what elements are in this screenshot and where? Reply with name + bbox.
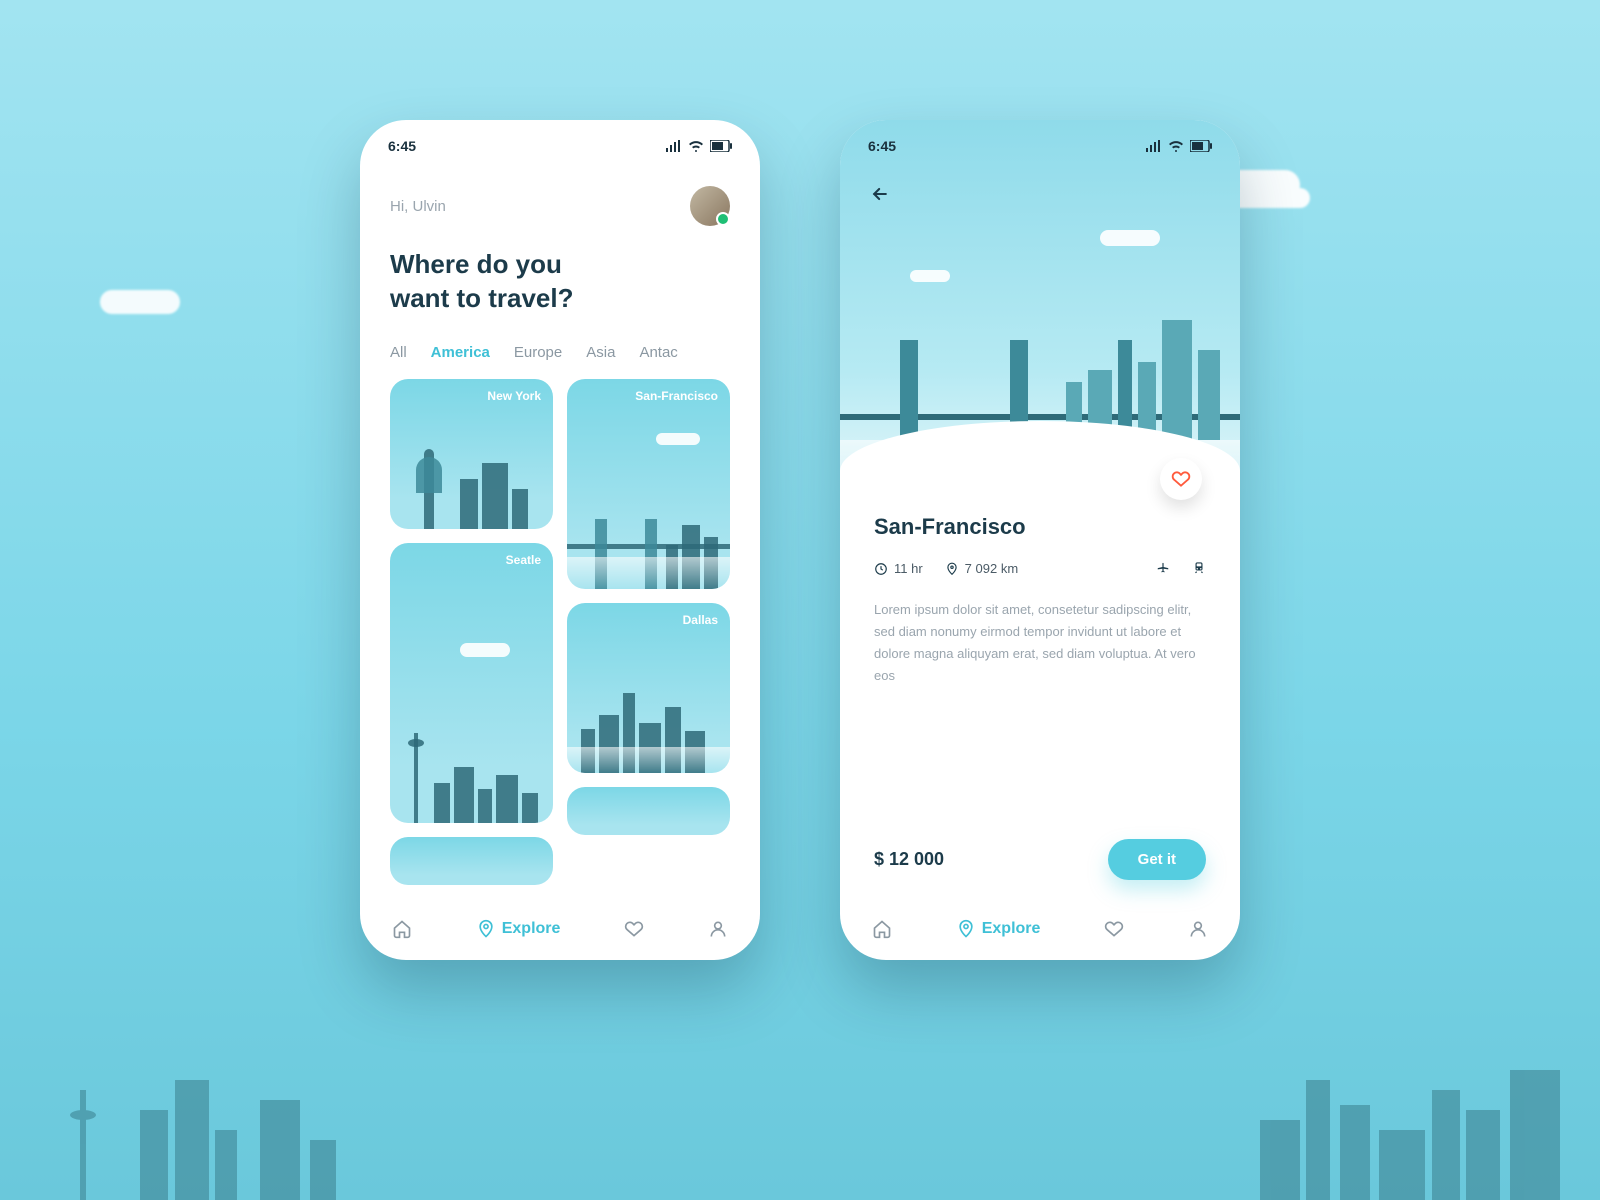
location-pin-icon	[476, 919, 496, 939]
nav-label: Explore	[502, 920, 561, 938]
duration-value: 11 hr	[894, 561, 923, 576]
bottom-nav: Explore	[840, 896, 1240, 960]
battery-icon	[1190, 140, 1212, 152]
heart-icon	[1104, 919, 1124, 939]
card-seatle[interactable]: Seatle	[390, 543, 553, 823]
distance-value: 7 092 km	[965, 561, 1018, 576]
region-tabs: All America Europe Asia Antac	[390, 344, 730, 361]
bottom-nav: Explore	[360, 896, 760, 960]
nav-explore[interactable]: Explore	[476, 919, 561, 939]
tab-america[interactable]: America	[431, 344, 490, 361]
wifi-icon	[688, 140, 704, 152]
user-icon	[1188, 919, 1208, 939]
location-pin-icon	[956, 919, 976, 939]
heart-icon	[1171, 469, 1191, 489]
wifi-icon	[1168, 140, 1184, 152]
hero-image: 6:45	[840, 120, 1240, 480]
tab-all[interactable]: All	[390, 344, 407, 361]
home-icon	[392, 919, 412, 939]
nav-label: Explore	[982, 920, 1041, 938]
status-bar: 6:45	[840, 120, 1240, 162]
back-button[interactable]	[866, 180, 894, 208]
signal-icon	[1146, 140, 1162, 152]
status-icons	[1146, 140, 1212, 152]
battery-icon	[710, 140, 732, 152]
status-time: 6:45	[868, 138, 896, 154]
meta-row: 11 hr 7 092 km	[874, 560, 1206, 577]
location-pin-icon	[945, 562, 959, 576]
transport-train	[1192, 560, 1206, 577]
card-sanfrancisco[interactable]: San-Francisco	[567, 379, 730, 589]
card-label: San-Francisco	[635, 389, 718, 403]
home-icon	[872, 919, 892, 939]
nav-explore[interactable]: Explore	[956, 919, 1041, 939]
status-bar: 6:45	[360, 120, 760, 162]
tab-antac[interactable]: Antac	[639, 344, 677, 361]
favorite-button[interactable]	[1160, 458, 1202, 500]
price: $ 12 000	[874, 849, 944, 870]
phone-explore: 6:45 Hi, Ulvin Where do you want to trav…	[360, 120, 760, 960]
city-title: San-Francisco	[874, 514, 1206, 540]
headline-line: Where do you	[390, 248, 730, 282]
card-peek[interactable]	[390, 837, 553, 885]
card-label: Dallas	[683, 613, 718, 627]
status-icons	[666, 140, 732, 152]
plane-icon	[1156, 560, 1170, 574]
heart-icon	[624, 919, 644, 939]
description: Lorem ipsum dolor sit amet, consetetur s…	[874, 599, 1206, 687]
tab-europe[interactable]: Europe	[514, 344, 562, 361]
status-time: 6:45	[388, 138, 416, 154]
page-title: Where do you want to travel?	[390, 248, 730, 316]
avatar[interactable]	[690, 186, 730, 226]
nav-home[interactable]	[872, 919, 892, 939]
headline-line: want to travel?	[390, 282, 730, 316]
nav-favorites[interactable]	[624, 919, 644, 939]
train-icon	[1192, 560, 1206, 574]
nav-home[interactable]	[392, 919, 412, 939]
tab-asia[interactable]: Asia	[586, 344, 615, 361]
card-newyork[interactable]: New York	[390, 379, 553, 529]
signal-icon	[666, 140, 682, 152]
clock-icon	[874, 562, 888, 576]
nav-profile[interactable]	[1188, 919, 1208, 939]
arrow-left-icon	[870, 184, 890, 204]
distance: 7 092 km	[945, 561, 1018, 576]
user-icon	[708, 919, 728, 939]
get-it-button[interactable]: Get it	[1108, 839, 1206, 880]
duration: 11 hr	[874, 561, 923, 576]
card-dallas[interactable]: Dallas	[567, 603, 730, 773]
card-label: New York	[487, 389, 541, 403]
nav-profile[interactable]	[708, 919, 728, 939]
phone-detail: 6:45	[840, 120, 1240, 960]
nav-favorites[interactable]	[1104, 919, 1124, 939]
card-label: Seatle	[506, 553, 541, 567]
card-peek[interactable]	[567, 787, 730, 835]
greeting: Hi, Ulvin	[390, 198, 446, 215]
transport-plane	[1156, 560, 1170, 577]
